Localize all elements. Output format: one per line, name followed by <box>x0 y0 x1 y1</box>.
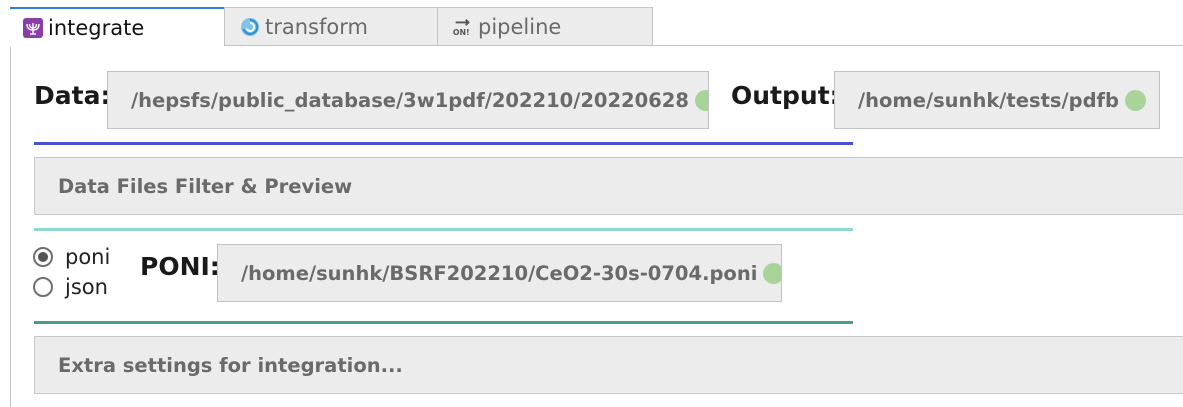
filter-preview-accordion[interactable]: Data Files Filter & Preview <box>34 157 1183 215</box>
panel-border <box>10 46 11 407</box>
tab-transform-label: transform <box>265 15 368 39</box>
poni-path-text: /home/sunhk/BSRF202210/CeO2-30s-0704.pon… <box>241 261 758 285</box>
data-path-field[interactable]: /hepsfs/public_database/3w1pdf/202210/20… <box>107 71 709 129</box>
output-path-field[interactable]: /home/sunhk/tests/pdfb <box>834 71 1160 129</box>
tab-bar-baseline <box>224 45 1183 46</box>
tab-pipeline-label: pipeline <box>478 15 562 39</box>
on-switch-icon: ON! <box>452 16 474 38</box>
radio-option-poni[interactable]: poni <box>33 245 110 269</box>
svg-text:ON!: ON! <box>453 28 470 37</box>
data-label: Data: <box>34 81 111 110</box>
output-status-indicator <box>1124 89 1146 111</box>
radio-option-json[interactable]: json <box>33 275 108 299</box>
tab-integrate[interactable]: integrate <box>10 7 224 47</box>
radio-poni[interactable] <box>33 247 53 267</box>
data-path-text: /hepsfs/public_database/3w1pdf/202210/20… <box>131 88 689 112</box>
menorah-icon <box>22 17 44 39</box>
radio-json-label: json <box>65 275 108 299</box>
tab-bar: integrate transform ON! pipeline <box>0 0 1183 47</box>
radio-json[interactable] <box>33 277 53 297</box>
data-status-indicator <box>694 89 708 111</box>
poni-path-field[interactable]: /home/sunhk/BSRF202210/CeO2-30s-0704.pon… <box>217 244 782 302</box>
separator-filter <box>34 228 853 231</box>
separator-poni <box>34 321 853 324</box>
output-path-text: /home/sunhk/tests/pdfb <box>858 88 1119 112</box>
tab-transform[interactable]: transform <box>224 7 438 46</box>
swirl-icon <box>239 16 261 38</box>
filter-preview-title: Data Files Filter & Preview <box>58 174 353 198</box>
tab-pipeline[interactable]: ON! pipeline <box>437 7 653 46</box>
separator-data <box>34 142 853 145</box>
poni-status-indicator <box>763 262 781 284</box>
tab-integrate-label: integrate <box>48 16 145 40</box>
extra-settings-title: Extra settings for integration... <box>58 353 403 377</box>
output-label: Output: <box>731 81 840 110</box>
extra-settings-accordion[interactable]: Extra settings for integration... <box>34 336 1183 394</box>
poni-label: PONI: <box>140 252 220 281</box>
radio-poni-label: poni <box>65 245 111 269</box>
